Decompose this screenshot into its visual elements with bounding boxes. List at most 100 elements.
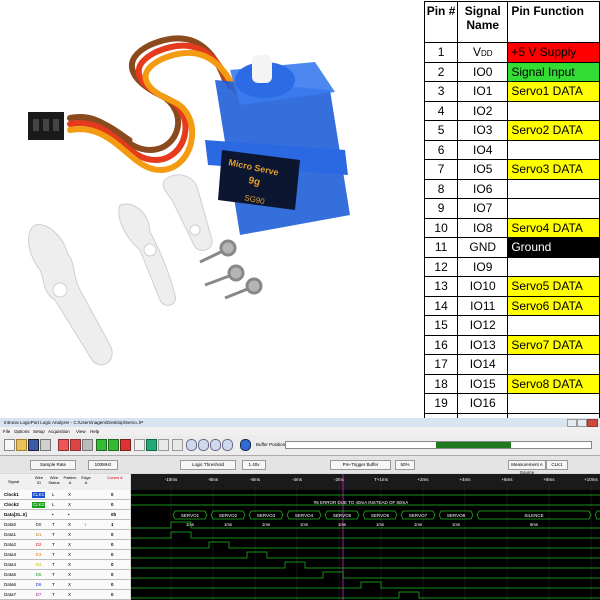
menu-view[interactable]: View: [76, 429, 86, 434]
pin-function: Servo5 DATA: [507, 276, 600, 297]
run-continuous-icon[interactable]: [108, 439, 119, 451]
pin-function: Servo7 DATA: [507, 334, 600, 355]
pin-number: 7: [423, 159, 459, 180]
run-icon[interactable]: [96, 439, 107, 451]
signal-name: IO6: [457, 178, 509, 199]
signal-name: IO13: [457, 334, 509, 355]
table-row: 5 IO3 Servo2 DATA: [423, 120, 600, 141]
signal-row[interactable]: Data2 D2 T X 0: [0, 540, 130, 550]
new-file-icon[interactable]: [4, 439, 15, 451]
zoom-fit-icon[interactable]: [210, 439, 221, 451]
bus-segment-label: SERVO5: [333, 513, 352, 518]
window-title-bar: Intronix LogicPort Logic Analyzer - C:\U…: [0, 418, 600, 427]
data-channel-trace: [131, 531, 600, 539]
bus-segment-label: SERVO8: [447, 513, 466, 518]
menu-setup[interactable]: Setup: [33, 429, 45, 434]
signal-row[interactable]: Data4 D4 T X 0: [0, 560, 130, 570]
close-icon[interactable]: [587, 419, 598, 427]
waveform-display[interactable]: -10ms -8ms -6ms -4ms -2ms T+1ms +2ms +4ms +6ms +8…: [131, 474, 600, 600]
pin-function: [507, 100, 600, 121]
pulse-duration-label: 1ms: [338, 522, 346, 527]
signal-row[interactable]: Clock1 CLK1 L X 0: [0, 490, 130, 500]
open-file-icon[interactable]: [16, 439, 27, 451]
stop-icon[interactable]: [120, 439, 131, 451]
data-channel-trace: [131, 541, 600, 549]
pre-trigger-value[interactable]: 50%: [395, 460, 415, 470]
signal-name: IO14: [457, 354, 509, 375]
signal-row[interactable]: Data5 D5 T X 0: [0, 570, 130, 580]
pre-trigger-label[interactable]: Pre-Trigger Buffer: [330, 460, 391, 470]
signal-name: Data5: [4, 572, 17, 577]
step-back-icon[interactable]: [172, 439, 183, 451]
pin-number: 2: [423, 61, 459, 82]
pin-function: Servo8 DATA: [507, 373, 600, 394]
pin-number: 6: [423, 139, 459, 160]
grid-icon[interactable]: [146, 439, 157, 451]
signal-row[interactable]: Clock2 CLK2 L X 0: [0, 500, 130, 510]
pin-number: 19: [423, 393, 459, 414]
zoom-out-icon[interactable]: [198, 439, 209, 451]
bus-segment-label: SERVO4: [295, 513, 314, 518]
signal-row[interactable]: Data0 D0 T X ↑ 1: [0, 520, 130, 530]
trigger-icon[interactable]: [58, 439, 69, 451]
menu-options[interactable]: Options: [14, 429, 30, 434]
trigger-t-icon[interactable]: [134, 439, 145, 451]
zoom-in-icon[interactable]: [186, 439, 197, 451]
signal-row[interactable]: Data7 D7 T X 0: [0, 590, 130, 600]
table-row: 8 IO6: [423, 178, 600, 199]
table-row: 17 IO14: [423, 354, 600, 375]
table-row: 15 IO12: [423, 315, 600, 336]
maximize-icon[interactable]: [577, 419, 587, 427]
zoom-all-icon[interactable]: [222, 439, 233, 451]
menu-file[interactable]: File: [3, 429, 10, 434]
help-icon[interactable]: [240, 439, 251, 451]
bus-segment-label: SERVO6: [371, 513, 390, 518]
cursor-value: 1: [111, 522, 114, 527]
col-edge: Edge A: [81, 475, 91, 485]
signal-row[interactable]: Data6 D6 T X 0: [0, 580, 130, 590]
time-tick-label: +6ms: [501, 477, 513, 482]
pin-function: Servo2 DATA: [507, 120, 600, 141]
logic-threshold-label[interactable]: Logic Threshold: [180, 460, 236, 470]
pin-number: 3: [423, 81, 459, 102]
cursor-value: 0h: [111, 512, 117, 517]
signal-row[interactable]: Data1 D1 T X 0: [0, 530, 130, 540]
window-controls: [567, 419, 598, 427]
pin-function: [507, 178, 600, 199]
print-icon[interactable]: [40, 439, 51, 451]
measurement-source-label[interactable]: Measurement A Source: [508, 460, 546, 475]
cursor-value: 0: [111, 552, 114, 557]
bus-segment-label: SERVO1: [181, 513, 200, 518]
sample-rate-label[interactable]: Sample Rate: [30, 460, 76, 470]
signal-row[interactable]: Data3 D3 T X 0: [0, 550, 130, 560]
signal-name: IO3: [457, 120, 509, 141]
menu-acquisition[interactable]: Acquisition: [48, 429, 70, 434]
time-tick-label: +4ms: [459, 477, 471, 482]
wire-status: •: [52, 512, 54, 517]
pattern-value: X: [68, 552, 72, 557]
logic-analyzer-window: Intronix LogicPort Logic Analyzer - C:\U…: [0, 418, 600, 600]
signal-row[interactable]: Data[31..0] • • 0h: [0, 510, 130, 520]
signal-name: IO15: [457, 373, 509, 394]
servo-connector: [28, 112, 64, 140]
trigger-setup-icon[interactable]: [70, 439, 81, 451]
save-icon[interactable]: [28, 439, 39, 451]
pattern-value: X: [68, 592, 72, 597]
pattern-value: X: [68, 522, 72, 527]
sample-rate-select[interactable]: 100MHz: [88, 460, 118, 470]
pin-function: [507, 393, 600, 414]
cursor-icon[interactable]: [82, 439, 93, 451]
pin-function: [507, 256, 600, 277]
pattern-value: X: [68, 542, 72, 547]
signal-name: IO10: [457, 276, 509, 297]
bars-icon[interactable]: [158, 439, 169, 451]
pin-number: 5: [423, 120, 459, 141]
buffer-position-bar[interactable]: [285, 441, 592, 449]
signal-name: Data6: [4, 582, 17, 587]
logic-threshold-input[interactable]: 1.40v: [242, 460, 266, 470]
menu-help[interactable]: Help: [90, 429, 99, 434]
wire-status: T: [52, 542, 55, 547]
measurement-source-select[interactable]: CLK1: [546, 460, 568, 470]
minimize-icon[interactable]: [567, 419, 577, 427]
pin-function: [507, 198, 600, 219]
